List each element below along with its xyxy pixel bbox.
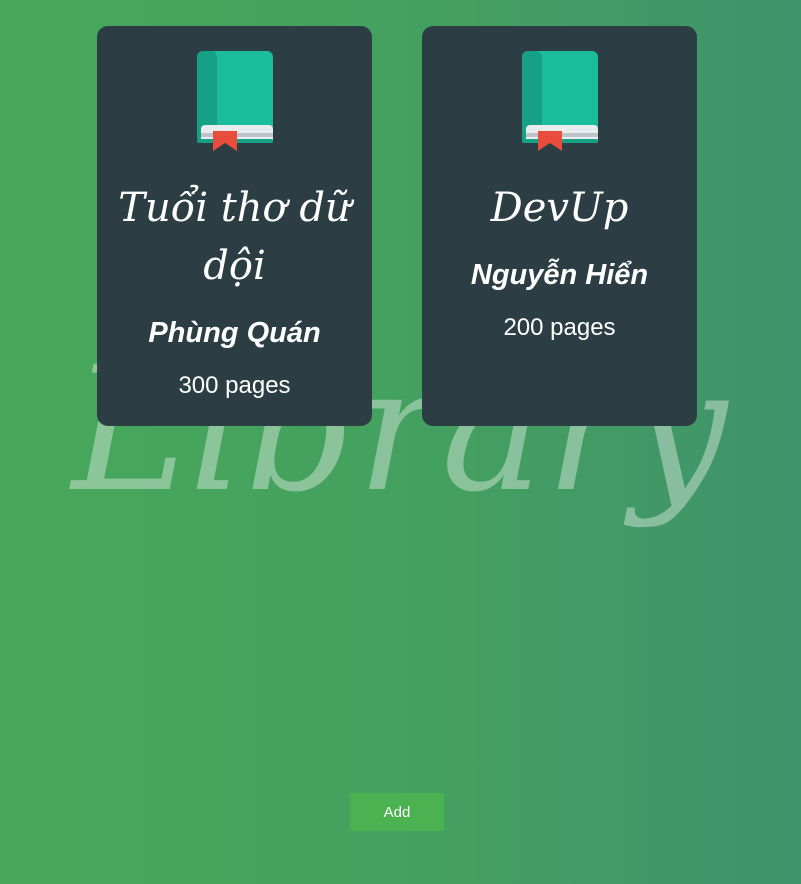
- book-icon: [196, 51, 273, 151]
- book-card: DevUp Nguyễn Hiển 200 pages: [422, 26, 697, 426]
- add-button[interactable]: Add: [350, 793, 444, 831]
- book-title: Tuổi thơ dữ dội: [118, 185, 351, 289]
- book-author: Phùng Quán: [148, 317, 321, 349]
- book-pages: 200 pages: [503, 314, 616, 341]
- book-card: Tuổi thơ dữ dội Phùng Quán 300 pages: [97, 26, 372, 426]
- book-icon: [521, 51, 598, 151]
- book-title: DevUp: [490, 185, 629, 231]
- book-pages: 300 pages: [178, 372, 291, 399]
- book-author: Nguyễn Hiển: [470, 259, 649, 291]
